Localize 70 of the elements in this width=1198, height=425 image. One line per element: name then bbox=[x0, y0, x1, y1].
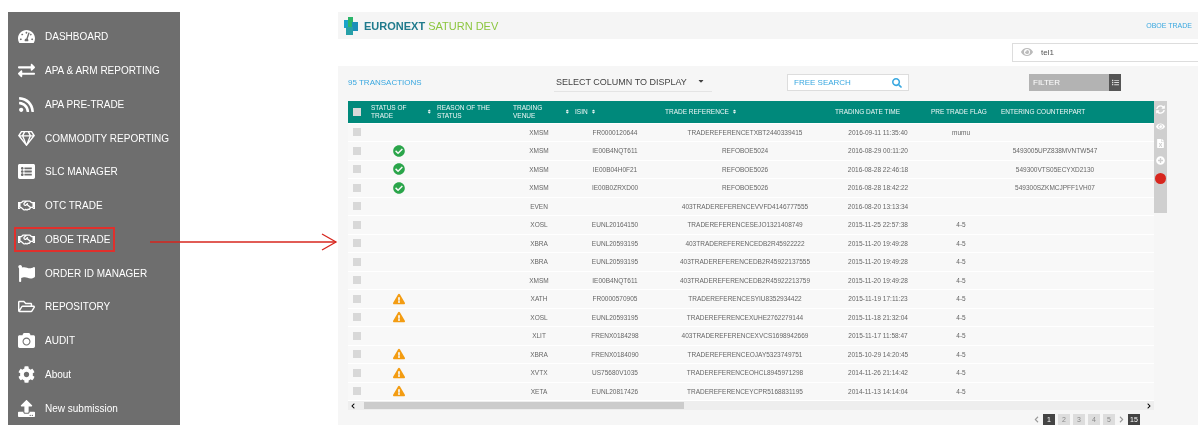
column-select[interactable]: SELECT COLUMN TO DISPLAY bbox=[554, 73, 712, 92]
scroll-left-icon bbox=[350, 402, 356, 409]
checkbox[interactable] bbox=[353, 350, 361, 359]
camera-icon bbox=[18, 332, 35, 350]
arrows-icon bbox=[18, 62, 35, 80]
checkbox[interactable] bbox=[353, 202, 361, 211]
flag-icon bbox=[18, 264, 35, 282]
filter-button[interactable] bbox=[1109, 74, 1121, 91]
first-page-icon[interactable] bbox=[1033, 416, 1040, 423]
check-icon bbox=[393, 181, 405, 194]
sidebar-item[interactable]: APA PRE-TRADE bbox=[14, 91, 130, 117]
warning-icon bbox=[393, 366, 405, 379]
last-page-icon[interactable] bbox=[1118, 416, 1125, 423]
search-field[interactable]: FREE SEARCH bbox=[787, 74, 909, 91]
caret-icon bbox=[696, 77, 705, 85]
plus-icon[interactable] bbox=[1156, 155, 1165, 165]
warning-icon bbox=[393, 348, 405, 361]
refresh-icon[interactable] bbox=[1156, 104, 1165, 114]
checkbox[interactable] bbox=[353, 128, 361, 137]
transaction-count: 95 TRANSACTIONS bbox=[348, 78, 423, 87]
eye-icon[interactable] bbox=[1156, 121, 1165, 131]
checkbox[interactable] bbox=[353, 165, 361, 174]
list-icon bbox=[18, 163, 35, 181]
checkbox[interactable] bbox=[353, 107, 361, 116]
check-icon bbox=[393, 163, 405, 176]
diamond-icon bbox=[18, 129, 35, 147]
check-icon bbox=[393, 144, 405, 157]
sidebar-item[interactable]: SLC MANAGER bbox=[14, 159, 123, 185]
sort-icon bbox=[565, 109, 570, 114]
checkbox[interactable] bbox=[353, 313, 361, 322]
checkbox[interactable] bbox=[353, 387, 361, 396]
sort-icon bbox=[731, 109, 737, 114]
warning-icon bbox=[393, 385, 405, 398]
checkbox[interactable] bbox=[353, 239, 361, 248]
sidebar-item[interactable]: COMMODITY REPORTING bbox=[14, 125, 175, 151]
upload-icon bbox=[18, 399, 35, 417]
sidebar-item[interactable]: About bbox=[14, 361, 77, 387]
checkbox[interactable] bbox=[353, 146, 361, 155]
checkbox[interactable] bbox=[353, 294, 361, 303]
record-dot[interactable] bbox=[1155, 172, 1166, 184]
sidebar-item[interactable]: ORDER ID MANAGER bbox=[14, 260, 153, 286]
rss-icon bbox=[18, 95, 35, 113]
sidebar-item[interactable]: New submission bbox=[14, 395, 123, 421]
warning-icon bbox=[393, 292, 405, 305]
checkbox[interactable] bbox=[353, 257, 361, 266]
logo-icon bbox=[342, 15, 360, 36]
scroll-right-icon bbox=[1146, 402, 1152, 409]
brand-name: EURONEXT SATURN DEV bbox=[364, 19, 499, 32]
checkbox[interactable] bbox=[353, 368, 361, 377]
sidebar-item[interactable]: APA & ARM REPORTING bbox=[14, 58, 165, 84]
scrollbar[interactable] bbox=[348, 401, 1154, 410]
dashboard-icon bbox=[18, 28, 35, 46]
gear-icon bbox=[18, 365, 35, 383]
checkbox[interactable] bbox=[353, 220, 361, 229]
warning-icon bbox=[393, 311, 405, 324]
checkbox[interactable] bbox=[353, 183, 361, 192]
spreadsheet-icon[interactable] bbox=[1156, 138, 1165, 148]
user-field[interactable]: tel1 bbox=[1012, 42, 1198, 62]
eye-icon bbox=[1021, 46, 1033, 59]
sidebar-item[interactable]: REPOSITORY bbox=[14, 294, 116, 320]
sidebar-item[interactable]: AUDIT bbox=[14, 328, 80, 354]
sidebar-item[interactable]: OBOE TRADE bbox=[14, 226, 116, 252]
list-icon bbox=[1111, 79, 1119, 86]
sort-icon bbox=[590, 109, 596, 114]
sidebar-item[interactable]: DASHBOARD bbox=[14, 24, 114, 50]
checkbox[interactable] bbox=[353, 276, 361, 285]
search-icon bbox=[892, 77, 902, 88]
sort-icon bbox=[427, 109, 432, 114]
sidebar-item[interactable]: OTC TRADE bbox=[14, 193, 108, 219]
checkbox[interactable] bbox=[353, 331, 361, 340]
